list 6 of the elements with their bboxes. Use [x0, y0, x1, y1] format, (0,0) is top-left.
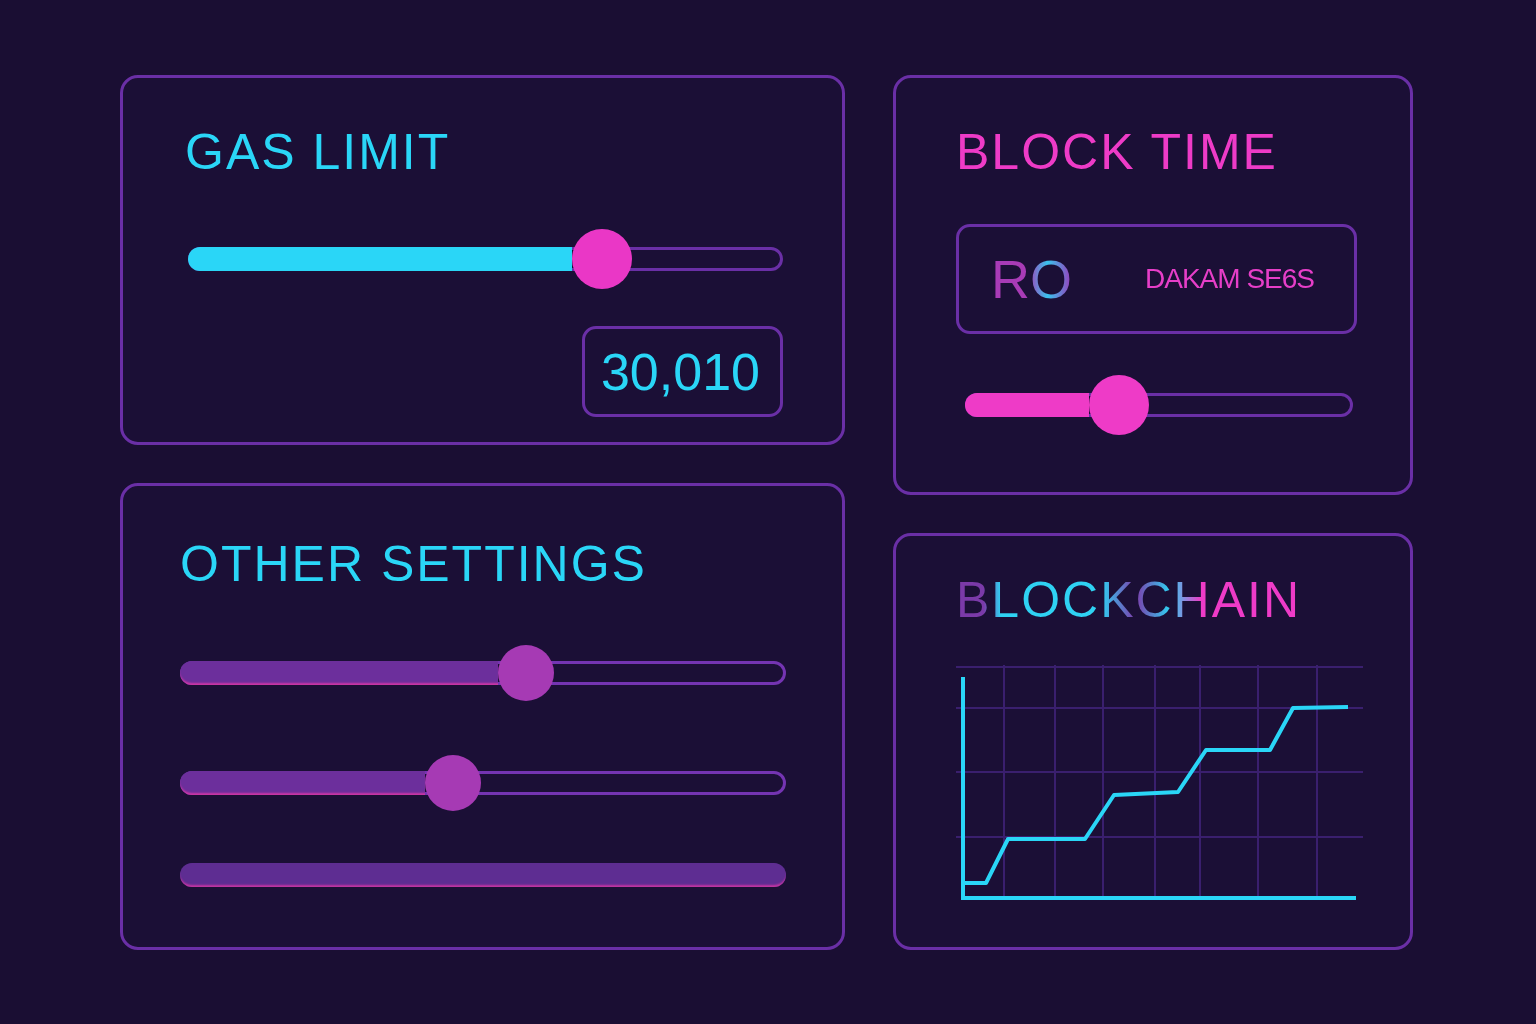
- card-title: GAS LIMIT: [185, 123, 451, 182]
- unit-label: DAKAM SE6S: [1145, 263, 1314, 295]
- card-title: BLOCK TIME: [956, 123, 1278, 182]
- card-title: OTHER SETTINGS: [180, 535, 647, 594]
- block-time-field[interactable]: RO DAKAM SE6S: [956, 224, 1357, 334]
- value-field[interactable]: 30,010: [582, 326, 783, 417]
